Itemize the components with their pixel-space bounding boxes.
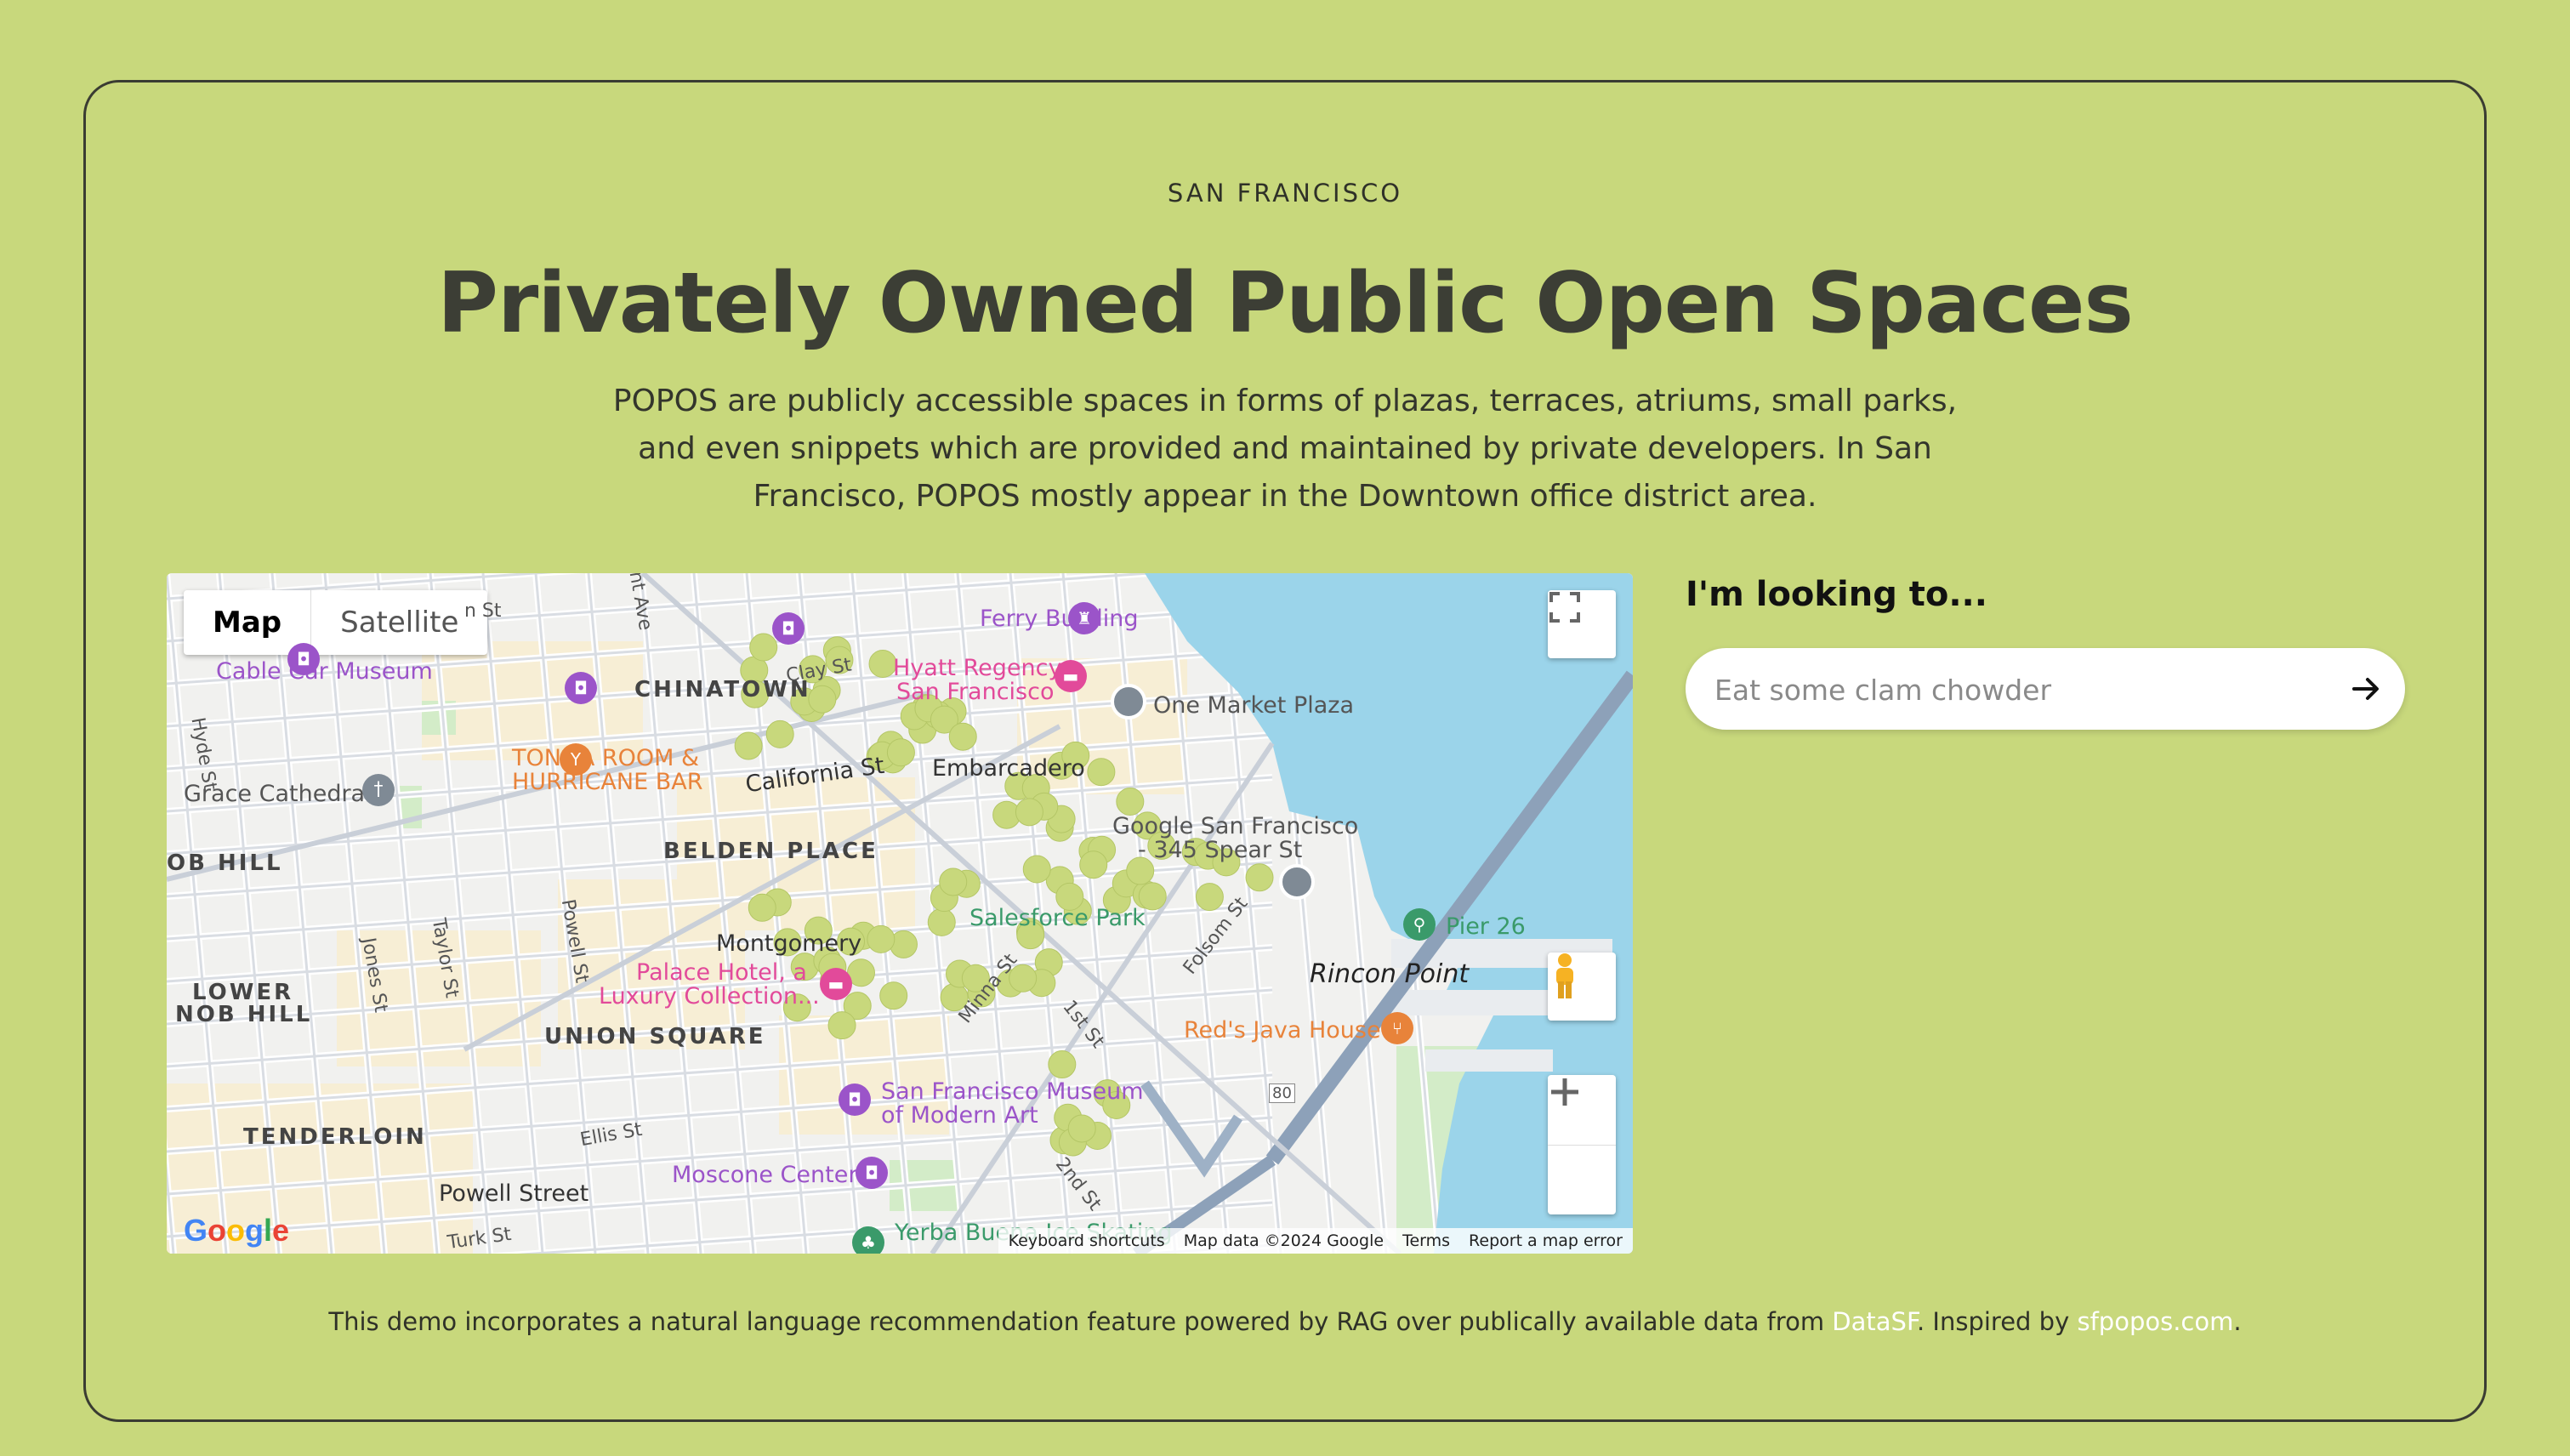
popos-marker[interactable] <box>1195 883 1224 912</box>
fullscreen-icon <box>1549 592 1580 623</box>
place-salesforce-park[interactable]: Salesforce Park <box>969 905 1146 931</box>
popos-marker[interactable] <box>886 738 915 767</box>
footer-text-middle: . Inspired by <box>1916 1307 2078 1336</box>
district-chinatown: CHINATOWN <box>634 677 811 702</box>
place-montgomery: Montgomery <box>716 930 862 957</box>
page-description: POPOS are publicly accessible spaces in … <box>612 384 1958 514</box>
report-error-link[interactable]: Report a map error <box>1469 1231 1623 1250</box>
church-icon[interactable]: † <box>362 774 395 806</box>
popos-marker[interactable] <box>808 685 837 714</box>
map-attribution: Keyboard shortcuts Map data ©2024 Google… <box>998 1228 1633 1254</box>
restaurant-icon[interactable]: ⑂ <box>1381 1012 1413 1044</box>
cocktail-icon[interactable]: Y <box>560 743 592 776</box>
popos-marker[interactable] <box>1116 787 1145 816</box>
district-nob-hill: OB HILL <box>167 850 283 876</box>
place-palace-hotel-1[interactable]: Palace Hotel, a <box>636 959 807 986</box>
hotel-icon[interactable]: ▬ <box>1055 660 1087 692</box>
map-type-switcher[interactable]: Map Satellite <box>184 590 488 655</box>
popos-marker[interactable] <box>879 981 908 1010</box>
popos-marker[interactable] <box>1079 850 1108 879</box>
terms-link[interactable]: Terms <box>1402 1231 1450 1250</box>
place-google-sf-2[interactable]: - 345 Spear St <box>1138 837 1302 863</box>
district-belden-place: BELDEN PLACE <box>663 839 878 864</box>
place-embarcadero: Embarcadero <box>932 755 1085 782</box>
place-ferry-building[interactable]: Ferry Building <box>980 606 1138 632</box>
search-box[interactable] <box>1686 648 2405 731</box>
popos-marker[interactable] <box>867 924 896 953</box>
footer-text-before: This demo incorporates a natural languag… <box>328 1307 1833 1336</box>
place-tonga-room-2[interactable]: HURRICANE BAR <box>512 769 702 795</box>
popos-marker[interactable] <box>1067 1114 1096 1143</box>
pegman-icon <box>1556 953 1573 998</box>
minus-icon <box>1551 1089 1578 1095</box>
place-sfmoma-1[interactable]: San Francisco Museum <box>881 1078 1144 1105</box>
place-pier-26[interactable]: Pier 26 <box>1446 913 1526 940</box>
popos-marker[interactable] <box>749 633 778 662</box>
fullscreen-button[interactable] <box>1548 590 1616 658</box>
arrow-right-icon[interactable] <box>2349 672 2383 706</box>
popos-marker[interactable] <box>748 893 776 922</box>
search-input[interactable] <box>1713 648 2328 731</box>
park-icon[interactable]: ♣ <box>852 1226 884 1254</box>
map-tab[interactable]: Map <box>184 590 310 655</box>
map-container[interactable]: Map Satellite Cable Car Museum CHINATOWN… <box>167 573 1633 1254</box>
place-powell-street: Powell Street <box>439 1180 589 1207</box>
popos-marker[interactable] <box>1087 758 1116 787</box>
zoom-out-button[interactable] <box>1548 1089 1616 1215</box>
district-union-square: UNION SQUARE <box>544 1024 766 1049</box>
popos-marker[interactable] <box>734 731 763 760</box>
place-tonga-room-1[interactable]: TONGA ROOM & <box>512 745 699 771</box>
street-view-pegman[interactable] <box>1548 953 1616 1021</box>
keyboard-shortcuts-link[interactable]: Keyboard shortcuts <box>1009 1231 1165 1250</box>
museum-icon[interactable]: ◘ <box>287 643 320 675</box>
popos-marker[interactable] <box>1048 1050 1077 1079</box>
popos-marker[interactable] <box>1245 863 1274 892</box>
map-pin-icon[interactable] <box>1279 864 1315 900</box>
satellite-tab[interactable]: Satellite <box>310 590 487 655</box>
datasf-link[interactable]: DataSF <box>1832 1307 1917 1336</box>
place-rincon-point: Rincon Point <box>1310 959 1470 989</box>
popos-marker[interactable] <box>765 719 794 748</box>
place-moscone-center[interactable]: Moscone Center <box>672 1162 857 1188</box>
district-tenderloin: TENDERLOIN <box>243 1124 427 1150</box>
place-google-sf-1[interactable]: Google San Francisco <box>1112 813 1358 839</box>
street-n-st: n St <box>464 600 502 622</box>
hotel-icon[interactable]: ▬ <box>820 968 852 1000</box>
museum-icon[interactable]: ◘ <box>839 1083 871 1116</box>
sfpopos-link[interactable]: sfpopos.com <box>2077 1307 2233 1336</box>
popos-marker[interactable] <box>1022 855 1051 884</box>
place-reds-java-house[interactable]: Red's Java House <box>1184 1017 1381 1044</box>
museum-icon[interactable]: ◘ <box>772 612 805 645</box>
search-heading: I'm looking to... <box>1686 575 1987 614</box>
place-hyatt-2[interactable]: San Francisco <box>896 679 1054 705</box>
museum-icon[interactable]: ◘ <box>856 1157 888 1189</box>
district-lower-nob-2: NOB HILL <box>175 1002 313 1027</box>
popos-marker[interactable] <box>1015 798 1043 827</box>
landmark-icon[interactable]: ♜ <box>1068 602 1100 634</box>
restaurant-icon[interactable]: ⚲ <box>1403 908 1436 941</box>
popos-marker[interactable] <box>939 867 968 896</box>
map-pin-icon[interactable] <box>1111 684 1146 719</box>
place-sfmoma-2[interactable]: of Modern Art <box>881 1102 1038 1129</box>
page-title: Privately Owned Public Open Spaces <box>437 255 2134 352</box>
place-cable-car-museum[interactable]: Cable Car Museum <box>216 658 433 685</box>
zoom-controls[interactable] <box>1548 1075 1616 1214</box>
map-data-text: Map data ©2024 Google <box>1183 1231 1385 1250</box>
place-palace-hotel-2[interactable]: Luxury Collection... <box>599 983 820 1010</box>
place-one-market-plaza[interactable]: One Market Plaza <box>1153 692 1354 719</box>
footer-text-after: . <box>2233 1307 2242 1336</box>
popos-marker[interactable] <box>927 907 956 936</box>
popos-marker[interactable] <box>948 722 977 751</box>
footer-text: This demo incorporates a natural languag… <box>0 1307 2570 1336</box>
popos-marker[interactable] <box>827 1011 856 1040</box>
museum-icon[interactable]: ◘ <box>565 672 597 704</box>
city-eyebrow: SAN FRANCISCO <box>1167 179 1403 208</box>
google-logo: Google <box>184 1213 290 1248</box>
place-hyatt-1[interactable]: Hyatt Regency <box>893 655 1061 681</box>
highway-80-shield: 80 <box>1269 1083 1295 1103</box>
